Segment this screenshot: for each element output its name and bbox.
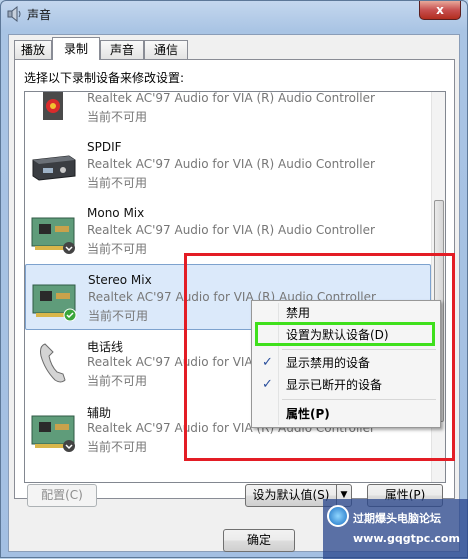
- device-name: 辅助: [87, 406, 112, 420]
- forum-logo-icon: [327, 505, 349, 527]
- window-title: 声音: [27, 8, 52, 22]
- sound-card-icon: [31, 415, 75, 452]
- sound-card-icon: [31, 217, 75, 254]
- device-description: Realtek AC'97 Audio for VIA (R) Audio Co…: [87, 91, 375, 105]
- ok-button[interactable]: 确定: [223, 529, 295, 552]
- configure-button[interactable]: 配置(C): [27, 484, 97, 507]
- device-name: 电话线: [87, 340, 124, 354]
- red-highlight-box: [184, 253, 455, 461]
- device-status: 当前不可用: [87, 176, 148, 190]
- device-name: Stereo Mix: [88, 273, 152, 287]
- watermark-site-name: 过期爆头电脑论坛: [353, 512, 441, 525]
- device-status: 当前不可用: [87, 242, 148, 256]
- tab-sounds[interactable]: 声音: [100, 40, 144, 59]
- device-status: 当前不可用: [88, 309, 149, 323]
- title-bar[interactable]: 声音 x: [1, 1, 467, 27]
- speaker-icon: [7, 6, 21, 22]
- device-item-line-in[interactable]: Realtek AC'97 Audio for VIA (R) Audio Co…: [25, 91, 431, 132]
- device-status: 当前不可用: [87, 110, 148, 124]
- tab-communications[interactable]: 通信: [144, 40, 188, 59]
- site-watermark: 过期爆头电脑论坛 www.gqgtpc.com: [323, 499, 468, 559]
- spdif-device-icon: [32, 155, 76, 181]
- green-highlight-box: [255, 322, 435, 346]
- sound-dialog-window: 声音 x 播放 录制 声音 通信 选择以下录制设备来修改设置: Realtek …: [0, 0, 468, 559]
- device-name: SPDIF: [87, 140, 122, 154]
- device-description: Realtek AC'97 Audio for VIA (R) Audio Co…: [87, 157, 375, 171]
- close-button[interactable]: x: [419, 1, 461, 20]
- device-item-spdif[interactable]: SPDIF Realtek AC'97 Audio for VIA (R) Au…: [25, 132, 431, 198]
- telephone-icon: [40, 343, 66, 383]
- device-status: 当前不可用: [87, 374, 148, 388]
- instruction-text: 选择以下录制设备来修改设置:: [24, 71, 185, 85]
- tab-recording[interactable]: 录制: [52, 37, 100, 60]
- device-name: Mono Mix: [87, 206, 145, 220]
- device-status: 当前不可用: [87, 440, 148, 454]
- device-description: Realtek AC'97 Audio for VIA (R) Audio Co…: [87, 223, 375, 237]
- line-in-jack-icon: [43, 92, 63, 120]
- tab-playback[interactable]: 播放: [14, 40, 52, 59]
- sound-card-icon: [32, 284, 77, 321]
- watermark-url: www.gqgtpc.com: [353, 532, 460, 545]
